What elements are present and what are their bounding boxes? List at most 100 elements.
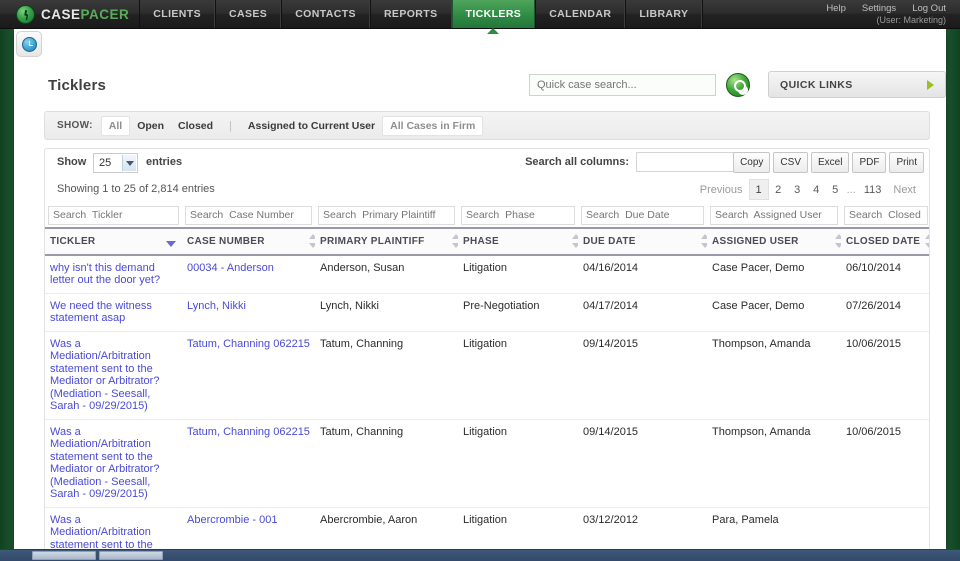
table-info-text: Showing 1 to 25 of 2,814 entries [57, 183, 215, 195]
column-search-phase[interactable] [461, 205, 575, 225]
show-filter-assigned-to-current-user[interactable]: Assigned to Current User [241, 117, 382, 135]
show-filter-closed[interactable]: Closed [171, 117, 220, 135]
column-header-phase[interactable]: PHASE [458, 226, 580, 256]
pagination-last-page[interactable]: 113 [858, 179, 888, 200]
magnifier-icon[interactable] [726, 73, 750, 97]
table-row[interactable]: Was a Mediation/Arbitration statement se… [45, 419, 929, 508]
column-header-closed-date[interactable]: CLOSED DATE [841, 226, 929, 256]
cell-closed-date: 10/06/2015 [841, 331, 929, 420]
column-search-cell-tickler [45, 203, 182, 228]
help-link[interactable]: Help [826, 3, 846, 14]
cell-tickler[interactable]: Was a Mediation/Arbitration statement se… [45, 419, 182, 508]
ticklers-table-scroll: TICKLER CASE NUMBER PRIMARY PLAINTIFF PH… [45, 203, 929, 561]
show-filter-bar: SHOW: All Open Closed | Assigned to Curr… [44, 111, 930, 140]
top-navigation-bar: CASEPACER CLIENTS CASES CONTACTS REPORTS… [0, 0, 960, 29]
cell-case-number[interactable]: Lynch, Nikki [182, 293, 315, 332]
quick-links-label: QUICK LINKS [780, 78, 853, 91]
column-search-case-number[interactable] [185, 205, 312, 225]
column-search-cell-assigned-user [707, 203, 841, 228]
column-header-due-date-label: DUE DATE [583, 235, 636, 247]
pagination-page-5[interactable]: 5 [826, 179, 845, 200]
column-search-closed-date[interactable] [844, 205, 928, 225]
column-search-cell-due-date [578, 203, 707, 228]
taskbar-window-2[interactable] [99, 551, 163, 560]
nav-item-contacts[interactable]: CONTACTS [281, 0, 370, 28]
table-row[interactable]: Was a Mediation/Arbitration statement se… [45, 331, 929, 420]
page-title: Ticklers [48, 77, 107, 94]
column-header-primary-plaintiff[interactable]: PRIMARY PLAINTIFF [315, 226, 460, 256]
column-search-cell-case-number [182, 203, 315, 228]
column-header-assigned-user[interactable]: ASSIGNED USER [707, 226, 843, 256]
page-length-select[interactable]: 25 [93, 153, 138, 173]
pagination-next[interactable]: Next [887, 179, 922, 200]
column-search-cell-closed-date [841, 203, 929, 228]
cell-tickler[interactable]: Was a Mediation/Arbitration statement se… [45, 331, 182, 420]
table-head [45, 203, 929, 228]
column-header-case-number[interactable]: CASE NUMBER [182, 226, 317, 256]
pagination-page-1[interactable]: 1 [748, 179, 769, 200]
clock-badge [16, 31, 42, 57]
nav-item-reports[interactable]: REPORTS [369, 0, 452, 28]
column-search-due-date[interactable] [581, 205, 704, 225]
cell-assigned-user: Case Pacer, Demo [707, 293, 841, 332]
pdf-button[interactable]: PDF [852, 152, 887, 173]
nav-item-cases[interactable]: CASES [215, 0, 282, 28]
excel-button[interactable]: Excel [810, 152, 850, 173]
quick-links-button[interactable]: QUICK LINKS [768, 71, 946, 98]
cell-phase: Pre-Negotiation [458, 293, 578, 332]
nav-item-ticklers[interactable]: TICKLERS [451, 0, 536, 28]
pagination-page-3[interactable]: 3 [788, 179, 807, 200]
pagination-page-4[interactable]: 4 [807, 179, 826, 200]
logo-text-pacer: PACER [80, 6, 130, 22]
runner-logo-icon [16, 4, 35, 24]
app-logo[interactable]: CASEPACER [0, 0, 139, 28]
column-search-row [45, 203, 929, 228]
csv-button[interactable]: CSV [773, 152, 808, 173]
column-search-primary-plaintiff[interactable] [318, 205, 455, 225]
table-row[interactable]: why isn't this demand letter out the doo… [45, 254, 929, 294]
table-row[interactable]: We need the witness statement asap Lynch,… [45, 293, 929, 332]
column-header-assigned-user-label: ASSIGNED USER [712, 235, 799, 247]
cell-assigned-user: Case Pacer, Demo [707, 254, 841, 294]
column-search-tickler[interactable] [48, 205, 179, 225]
logo-text: CASEPACER [41, 7, 129, 22]
current-user-label: (User: Marketing) [876, 15, 946, 25]
nav-item-library[interactable]: LIBRARY [625, 0, 703, 28]
column-header-due-date[interactable]: DUE DATE [578, 226, 709, 256]
show-filter-all-cases-in-firm[interactable]: All Cases in Firm [382, 115, 484, 136]
page-canvas: Ticklers QUICK LINKS SHOW: All Open Clos… [14, 29, 946, 561]
nav-utility-links: Help Settings Log Out [826, 3, 946, 14]
ticklers-panel: Show 25 entries Search all columns: Copy… [44, 148, 930, 561]
cell-case-number[interactable]: Tatum, Channing 062215 [182, 419, 315, 508]
cell-primary-plaintiff: Anderson, Susan [315, 254, 458, 294]
column-header-tickler[interactable]: TICKLER [45, 226, 182, 256]
pagination-previous[interactable]: Previous [694, 179, 749, 200]
nav-item-calendar[interactable]: CALENDAR [535, 0, 626, 28]
cell-closed-date: 07/26/2014 [841, 293, 929, 332]
show-filter-open[interactable]: Open [130, 117, 171, 135]
pagination: Previous 1 2 3 4 5 ... 113 Next [694, 179, 922, 200]
column-header-case-number-label: CASE NUMBER [187, 235, 265, 247]
show-filter-separator: | [229, 119, 232, 132]
pagination-page-2[interactable]: 2 [769, 179, 788, 200]
page-length-value: 25 [99, 157, 112, 169]
cell-case-number[interactable]: 00034 - Anderson [182, 254, 315, 294]
logout-link[interactable]: Log Out [912, 3, 946, 14]
triangle-right-icon [927, 79, 934, 90]
show-filter-all[interactable]: All [100, 115, 131, 136]
taskbar-window-1[interactable] [32, 551, 96, 560]
cell-case-number[interactable]: Tatum, Channing 062215 [182, 331, 315, 420]
cell-phase: Litigation [458, 419, 578, 508]
os-taskbar [0, 549, 960, 561]
cell-tickler[interactable]: We need the witness statement asap [45, 293, 182, 332]
cell-due-date: 04/16/2014 [578, 254, 707, 294]
settings-link[interactable]: Settings [862, 3, 896, 14]
nav-item-clients[interactable]: CLIENTS [139, 0, 215, 28]
column-search-assigned-user[interactable] [710, 205, 838, 225]
cell-tickler[interactable]: why isn't this demand letter out the doo… [45, 254, 182, 294]
nav-spacer [702, 0, 826, 28]
copy-button[interactable]: Copy [733, 152, 771, 173]
cell-due-date: 09/14/2015 [578, 419, 707, 508]
print-button[interactable]: Print [889, 152, 924, 173]
quick-case-search-input[interactable] [529, 74, 716, 96]
